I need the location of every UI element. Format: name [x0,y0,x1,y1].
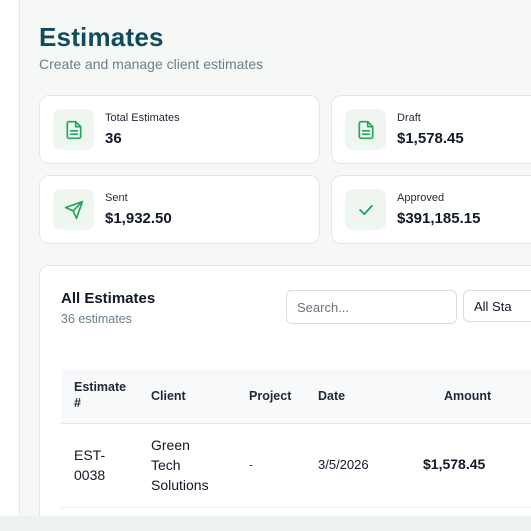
document-icon [345,109,386,150]
column-header-date[interactable]: Date [318,388,345,404]
client-line1: Green [151,437,190,453]
stat-value: $1,578.45 [397,130,464,147]
estimate-number-cell[interactable]: EST- 0038 [74,445,105,485]
client-cell: Green Tech Solutions [151,435,209,495]
client-line2: Tech [151,457,181,473]
table-header: Estimate # Client Project Date Amount [61,369,531,424]
stat-card-total: Total Estimates 36 [39,95,320,164]
stat-value: $1,932.50 [105,210,172,227]
document-icon [53,109,94,150]
stat-label: Total Estimates [105,112,180,124]
estimate-count: 36 estimates [61,312,132,326]
stat-card-sent: Sent $1,932.50 [39,175,320,244]
status-filter-select[interactable]: All Sta [463,290,531,322]
stat-card-draft: Draft $1,578.45 [331,95,531,164]
page-subtitle: Create and manage client estimates [39,56,264,72]
estimates-table-card: All Estimates 36 estimates All Sta Estim… [39,265,531,516]
page-title: Estimates [39,22,164,52]
app-frame: Estimates Create and manage client estim… [0,0,531,531]
column-header-client[interactable]: Client [151,388,186,404]
estimate-number-line2: 0038 [74,467,106,483]
column-header-estimate-line2: # [74,396,81,410]
table-row[interactable]: EST- 0038 Green Tech Solutions - 3/5/202… [61,424,531,508]
column-header-estimate-line1: Estimate [74,380,127,394]
project-cell: - [249,457,254,472]
column-header-estimate[interactable]: Estimate # [74,379,126,411]
amount-cell: $1,578.45 [423,456,486,472]
column-header-project[interactable]: Project [249,388,291,404]
date-cell: 3/5/2026 [318,457,369,472]
stat-label: Approved [397,192,445,204]
sidebar-edge [0,0,20,531]
section-title: All Estimates [61,290,156,307]
stat-card-approved: Approved $391,185.15 [331,175,531,244]
search-input[interactable] [286,290,457,324]
estimate-number-line1: EST- [74,447,106,463]
send-icon [53,189,94,230]
stat-value: $391,185.15 [397,210,481,227]
bottom-strip [0,516,531,531]
stat-label: Draft [397,112,421,124]
stat-label: Sent [105,192,128,204]
check-icon [345,189,386,230]
main-content: Estimates Create and manage client estim… [20,0,531,516]
client-line3: Solutions [151,477,209,493]
stat-value: 36 [105,130,122,147]
column-header-amount[interactable]: Amount [444,388,491,404]
